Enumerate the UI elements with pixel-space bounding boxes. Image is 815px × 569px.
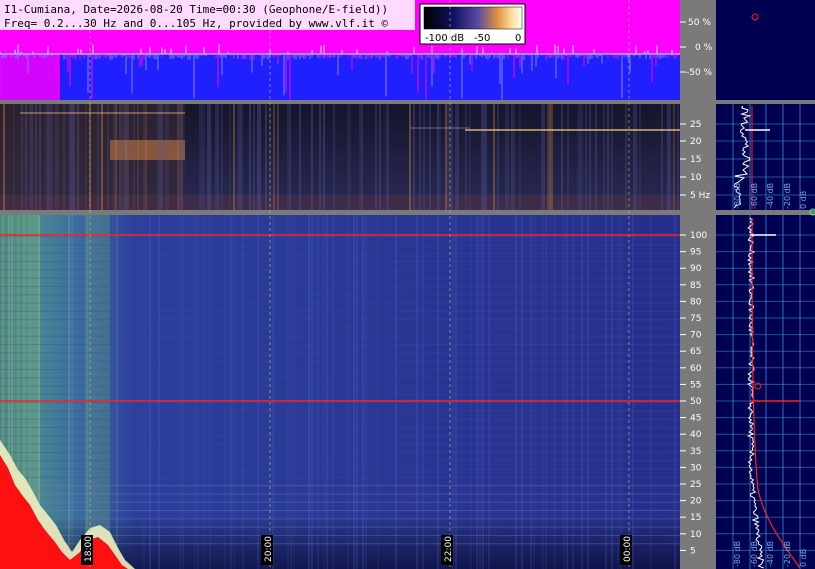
main-freq-tick-label: 80 (690, 297, 702, 307)
side-mid-db-label: -80 dB (733, 183, 742, 209)
time-label: 22:00 (444, 536, 454, 562)
amplitude-tick-label: 0 % (695, 43, 713, 53)
header-line-2: Freq= 0.2...30 Hz and 0...105 Hz, provid… (4, 17, 388, 30)
colorbar: -100 dB -50 0 (419, 3, 526, 45)
low-freq-spectrogram (0, 104, 680, 210)
side-mid-db-label: -40 dB (766, 183, 775, 209)
side-main-db-label: -60 dB (750, 541, 759, 567)
main-freq-tick-label: 30 (690, 463, 702, 473)
main-freq-tick-label: 100 (690, 231, 707, 241)
amplitude-blue-band (0, 54, 680, 100)
side-main-db-label: 0 dB (799, 549, 808, 567)
main-freq-tick-label: 70 (690, 331, 702, 341)
low-freq-tick: 20 (690, 137, 702, 147)
main-freq-tick-label: 65 (690, 347, 701, 357)
side-main-db-label: -80 dB (733, 541, 742, 567)
low-freq-tick: 25 (690, 120, 701, 130)
main-spectrogram (0, 215, 680, 569)
main-freq-tick-label: 40 (690, 430, 702, 440)
time-label: 00:00 (623, 536, 633, 562)
main-freq-tick-label: 55 (690, 380, 701, 390)
amplitude-panel: I1-Cumiana, Date=2026-08-20 Time=00:30 (… (0, 0, 815, 102)
main-freq-tick-label: 20 (690, 497, 702, 507)
colorbar-label-low: -100 dB (425, 33, 464, 44)
main-freq-tick-label: 15 (690, 513, 701, 523)
main-freq-tick-label: 75 (690, 314, 701, 324)
main-freq-tick-label: 95 (690, 248, 701, 258)
side-mid-db-label: 0 dB (799, 191, 808, 209)
time-label: 18:00 (84, 536, 94, 562)
time-label: 20:00 (264, 536, 274, 562)
low-freq-unit-label: 5 Hz (690, 191, 710, 201)
side-main-db-label: -40 dB (766, 541, 775, 567)
low-freq-tick: 15 (690, 155, 701, 165)
low-freq-tick: 10 (690, 173, 702, 183)
side-main-db-label: -20 dB (783, 541, 792, 567)
main-freq-tick-label: 45 (690, 414, 701, 424)
header-line-1: I1-Cumiana, Date=2026-08-20 Time=00:30 (… (4, 3, 388, 16)
main-freq-tick-label: 50 (690, 397, 702, 407)
amplitude-tick-label: -50 % (686, 68, 713, 78)
amplitude-tick-label: 50 % (688, 18, 711, 28)
colorbar-label-high: 0 (515, 33, 521, 44)
main-freq-tick-label: 25 (690, 480, 701, 490)
main-freq-tick-label: 5 (690, 546, 696, 556)
main-freq-tick-label: 10 (690, 530, 702, 540)
side-top-panel (716, 0, 815, 100)
main-freq-tick-label: 90 (690, 264, 702, 274)
vlf-monitor-screen: I1-Cumiana, Date=2026-08-20 Time=00:30 (… (0, 0, 815, 569)
side-mid-db-label: -20 dB (783, 183, 792, 209)
main-freq-tick-label: 60 (690, 364, 702, 374)
main-freq-tick-label: 35 (690, 447, 701, 457)
main-freq-tick-label: 85 (690, 281, 701, 291)
side-mid-db-label: -60 dB (750, 183, 759, 209)
colorbar-label-mid: -50 (474, 33, 490, 44)
